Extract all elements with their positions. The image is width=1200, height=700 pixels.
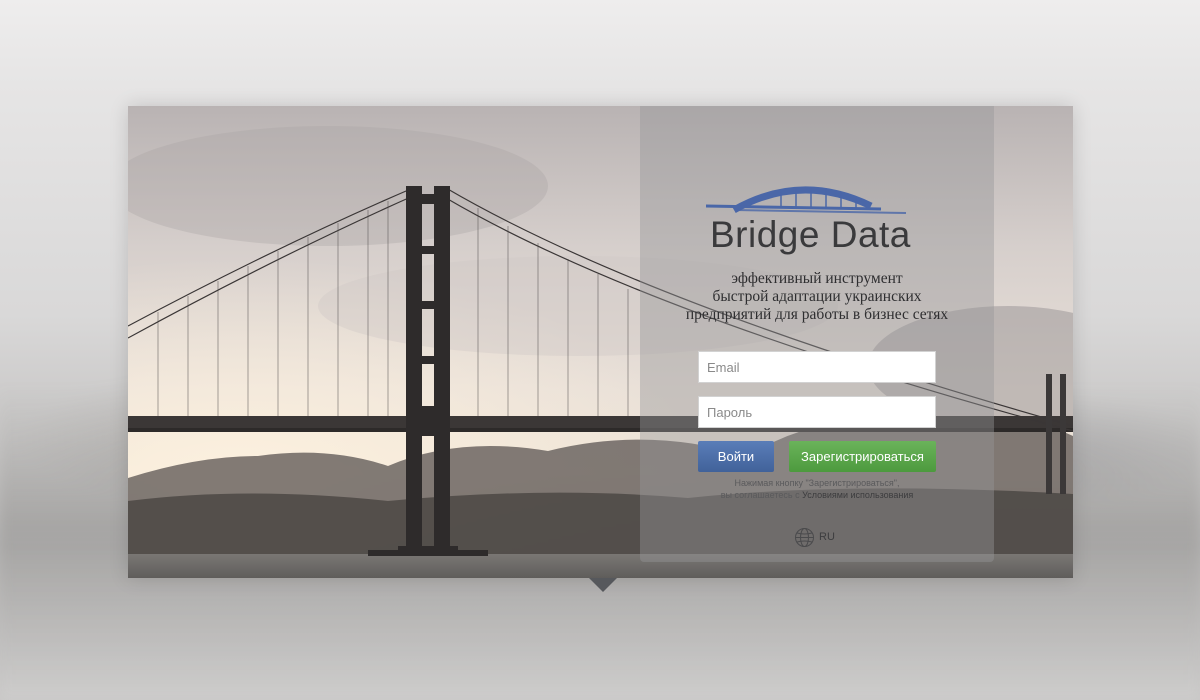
brand-name: Bridge Data xyxy=(710,214,911,255)
login-button[interactable]: Войти xyxy=(698,441,774,472)
tagline-line3: предприятий для работы в бизнес сетях xyxy=(685,306,949,323)
terms-notice: Нажимая кнопку "Зарегистрироваться", вы … xyxy=(640,477,994,501)
password-field[interactable] xyxy=(698,396,936,428)
tagline: эффективный инструмент быстрой адаптации… xyxy=(640,270,994,324)
tagline-line2: быстрой адаптации украинских xyxy=(712,288,922,305)
brand-logo: Bridge Data xyxy=(706,176,936,256)
terms-line1: Нажимая кнопку "Зарегистрироваться", xyxy=(734,478,900,488)
terms-line2: вы соглашаетесь с Условиями использовани… xyxy=(640,489,994,501)
login-panel: Bridge Data эффективный инструмент быстр… xyxy=(640,106,994,562)
register-button[interactable]: Зарегистрироваться xyxy=(789,441,936,472)
email-field[interactable] xyxy=(698,351,936,383)
terms-prefix: вы соглашаетесь с xyxy=(720,490,800,500)
tagline-line1: эффективный инструмент xyxy=(731,270,903,287)
terms-link[interactable]: Условиями использования xyxy=(802,490,913,500)
card-pointer xyxy=(589,578,617,592)
globe-icon xyxy=(795,527,814,547)
language-code: RU xyxy=(819,531,835,543)
language-selector[interactable]: RU xyxy=(794,526,835,548)
